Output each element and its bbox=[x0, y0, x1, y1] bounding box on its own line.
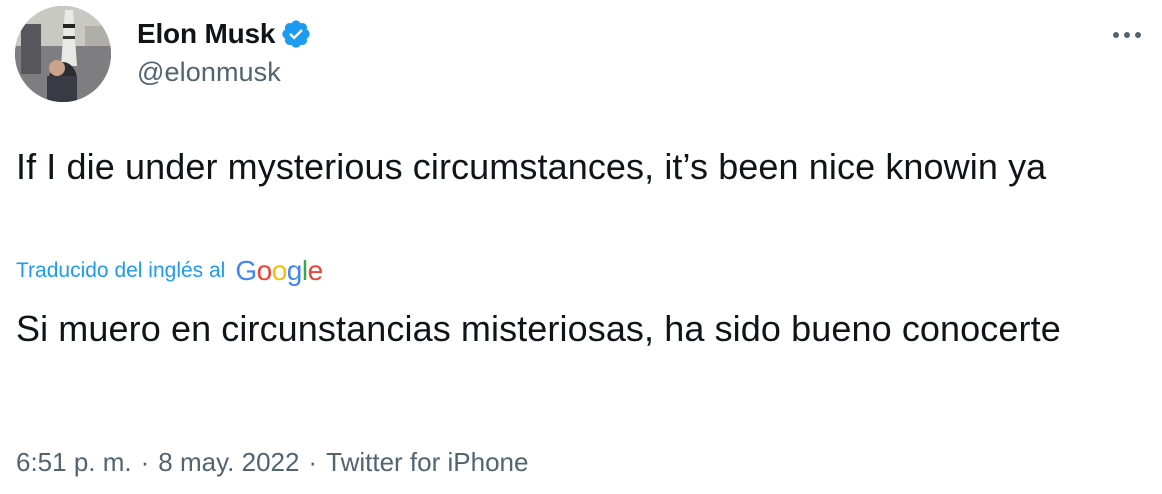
author-info[interactable]: Elon Musk @elonmusk bbox=[137, 16, 312, 88]
tweet-text: If I die under mysterious circumstances,… bbox=[16, 146, 1047, 187]
author-name-row: Elon Musk bbox=[137, 16, 312, 52]
more-dot bbox=[1135, 32, 1141, 38]
meta-separator: · bbox=[308, 447, 318, 477]
tweet-date[interactable]: 8 may. 2022 bbox=[158, 447, 299, 478]
tweet-time[interactable]: 6:51 p. m. bbox=[16, 447, 132, 478]
verified-badge-icon[interactable] bbox=[280, 18, 312, 50]
more-options-icon[interactable] bbox=[1108, 22, 1146, 48]
avatar-image bbox=[15, 6, 111, 102]
translation-attribution: Traducido del inglés al Google bbox=[16, 255, 323, 287]
tweet-meta: 6:51 p. m. · 8 may. 2022 · Twitter for i… bbox=[16, 447, 528, 478]
avatar[interactable] bbox=[15, 6, 111, 102]
meta-separator: · bbox=[140, 447, 150, 477]
translated-text: Si muero en circunstancias misteriosas, … bbox=[16, 308, 1061, 349]
more-dot bbox=[1124, 32, 1130, 38]
translation-link[interactable]: Traducido del inglés al bbox=[16, 259, 225, 283]
author-handle[interactable]: @elonmusk bbox=[137, 57, 312, 88]
tweet-source[interactable]: Twitter for iPhone bbox=[326, 447, 528, 478]
more-dot bbox=[1113, 32, 1119, 38]
google-logo: Google bbox=[235, 255, 323, 286]
author-display-name[interactable]: Elon Musk bbox=[137, 18, 275, 50]
